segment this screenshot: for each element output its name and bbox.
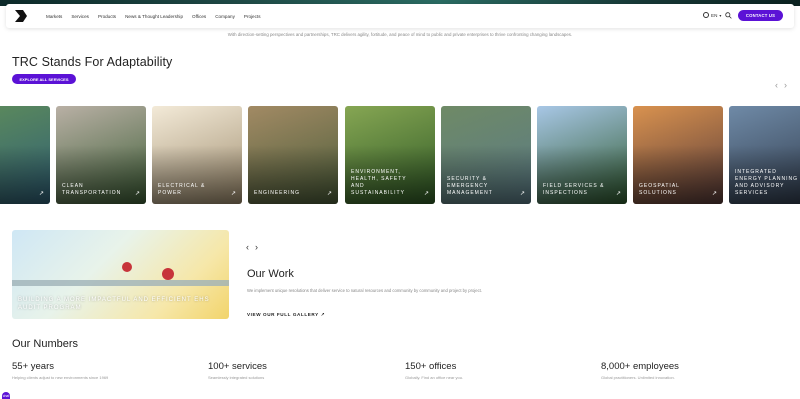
stat-value: 150+ offices — [405, 361, 457, 372]
arrow-up-right-icon: ↗ — [38, 191, 44, 197]
pipe-graphic — [12, 280, 229, 286]
arrow-up-right-icon: ↗ — [134, 191, 140, 197]
stat-caption: Globally. Find an office near you. — [405, 375, 464, 380]
carousel-controls: ‹ › — [775, 80, 787, 90]
service-card[interactable]: ELECTRICAL & POWER ↗ — [152, 106, 242, 204]
service-card[interactable]: E ENERGY ↗ — [0, 106, 50, 204]
service-card-label: E ENERGY — [0, 190, 34, 197]
work-carousel-controls: ‹ › — [246, 242, 258, 252]
arrow-up-right-icon: ↗ — [326, 191, 332, 197]
service-card-label: ENVIRONMENT, HEALTH, SAFETY AND SUSTAINA… — [351, 169, 407, 196]
service-card[interactable]: SECURITY & EMERGENCY MANAGEMENT ↗ — [441, 106, 531, 204]
service-card-label: ENGINEERING — [254, 190, 301, 196]
arrow-up-right-icon: ↗ — [320, 312, 326, 317]
our-work-heading: Our Work — [247, 268, 294, 280]
stat-services: 100+ services Seamlessly integrated solu… — [208, 361, 267, 380]
our-numbers-heading: Our Numbers — [12, 338, 79, 350]
menu-item-news[interactable]: News & Thought Leadership — [125, 14, 183, 19]
menu-item-projects[interactable]: Projects — [244, 14, 261, 19]
view-gallery-label: VIEW OUR FULL GALLERY — [247, 312, 319, 317]
stat-years: 55+ years Helping clients adjust to new … — [12, 361, 108, 380]
arrow-up-right-icon: ↗ — [230, 191, 236, 197]
stat-offices: 150+ offices Globally. Find an office ne… — [405, 361, 463, 380]
service-card-label: FIELD SERVICES & INSPECTIONS — [543, 183, 605, 196]
globe-icon — [703, 12, 709, 18]
arrow-up-right-icon: ↗ — [519, 191, 525, 197]
service-card-label: SECURITY & EMERGENCY MANAGEMENT — [447, 176, 493, 196]
menu-item-offices[interactable]: Offices — [192, 14, 206, 19]
top-navbar: Markets Services Products News & Thought… — [6, 4, 794, 28]
trc-logo-icon[interactable] — [14, 9, 28, 23]
chat-widget-button[interactable]: chat — [2, 392, 10, 399]
arrow-up-right-icon: ↗ — [423, 191, 429, 197]
chevron-left-icon[interactable]: ‹ — [246, 242, 249, 252]
feature-project-label: BUILDING A MORE IMPACTFUL AND EFFICIENT … — [18, 297, 210, 311]
stat-caption: Helping clients adjust to new environmen… — [12, 375, 109, 380]
stat-caption: Seamlessly integrated solutions — [208, 375, 265, 380]
our-work-description: We implement unique resolutions that del… — [247, 288, 482, 293]
adaptability-heading: TRC Stands For Adaptability — [12, 55, 173, 69]
main-menu: Markets Services Products News & Thought… — [46, 4, 270, 28]
stat-employees: 8,000+ employees Global practitioners. U… — [601, 361, 679, 380]
menu-item-company[interactable]: Company — [215, 14, 235, 19]
service-card[interactable]: CLEAN TRANSPORTATION ↗ — [56, 106, 146, 204]
language-label: EN — [711, 12, 718, 18]
service-card-label: CLEAN TRANSPORTATION — [62, 183, 122, 196]
chevron-left-icon[interactable]: ‹ — [775, 80, 778, 90]
view-gallery-link[interactable]: VIEW OUR FULL GALLERY ↗ — [247, 312, 325, 318]
language-selector[interactable]: EN ▾ — [703, 12, 721, 18]
stat-value: 100+ services — [208, 361, 267, 372]
chevron-right-icon[interactable]: › — [784, 80, 787, 90]
chevron-down-icon: ▾ — [719, 12, 722, 18]
explore-all-services-button[interactable]: EXPLORE ALL SERVICES — [12, 74, 76, 84]
service-card-label: GEOSPATIAL SOLUTIONS — [639, 183, 680, 196]
service-card[interactable]: ENVIRONMENT, HEALTH, SAFETY AND SUSTAINA… — [345, 106, 435, 204]
feature-project-card[interactable]: BUILDING A MORE IMPACTFUL AND EFFICIENT … — [12, 230, 229, 319]
stat-value: 55+ years — [12, 361, 54, 372]
service-card-label: INTEGRATED ENERGY PLANNING AND ADVISORY … — [735, 169, 798, 196]
valve-graphic — [122, 262, 132, 272]
menu-item-markets[interactable]: Markets — [46, 14, 62, 19]
service-card[interactable]: FIELD SERVICES & INSPECTIONS ↗ — [537, 106, 627, 204]
chevron-right-icon[interactable]: › — [255, 242, 258, 252]
service-card[interactable]: ENGINEERING ↗ — [248, 106, 338, 204]
stat-caption: Global practitioners. Unlimited innovati… — [601, 375, 675, 380]
service-card[interactable]: GEOSPATIAL SOLUTIONS ↗ — [633, 106, 723, 204]
menu-item-services[interactable]: Services — [71, 14, 89, 19]
arrow-up-right-icon: ↗ — [615, 191, 621, 197]
stat-value: 8,000+ employees — [601, 361, 679, 372]
contact-us-button[interactable]: CONTACT US — [738, 10, 783, 21]
hero-tagline: With direction-setting perspectives and … — [227, 32, 573, 37]
chat-label: chat — [2, 393, 10, 398]
arrow-up-right-icon: ↗ — [711, 191, 717, 197]
service-card[interactable]: INTEGRATED ENERGY PLANNING AND ADVISORY … — [729, 106, 800, 204]
menu-item-products[interactable]: Products — [98, 14, 116, 19]
search-icon[interactable] — [725, 12, 732, 19]
valve-graphic — [162, 268, 174, 280]
service-card-label: ELECTRICAL & POWER — [158, 183, 206, 196]
